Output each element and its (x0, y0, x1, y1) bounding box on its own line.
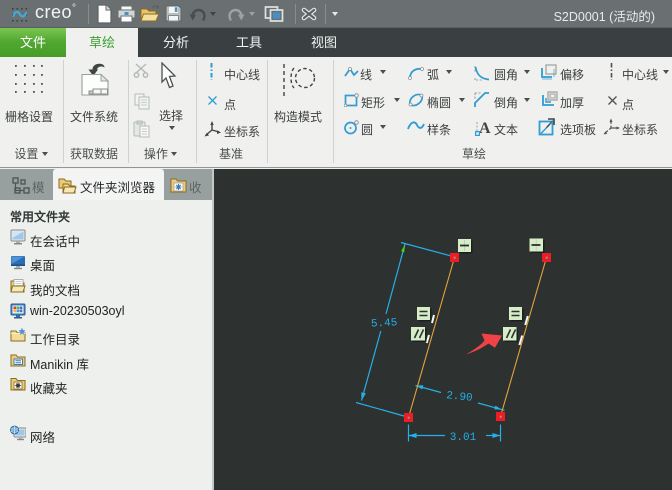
svg-text:5.45: 5.45 (371, 317, 398, 330)
svg-text:2.90: 2.90 (446, 390, 474, 405)
svg-text:3.01: 3.01 (450, 432, 477, 444)
svg-text:A: A (479, 120, 491, 136)
